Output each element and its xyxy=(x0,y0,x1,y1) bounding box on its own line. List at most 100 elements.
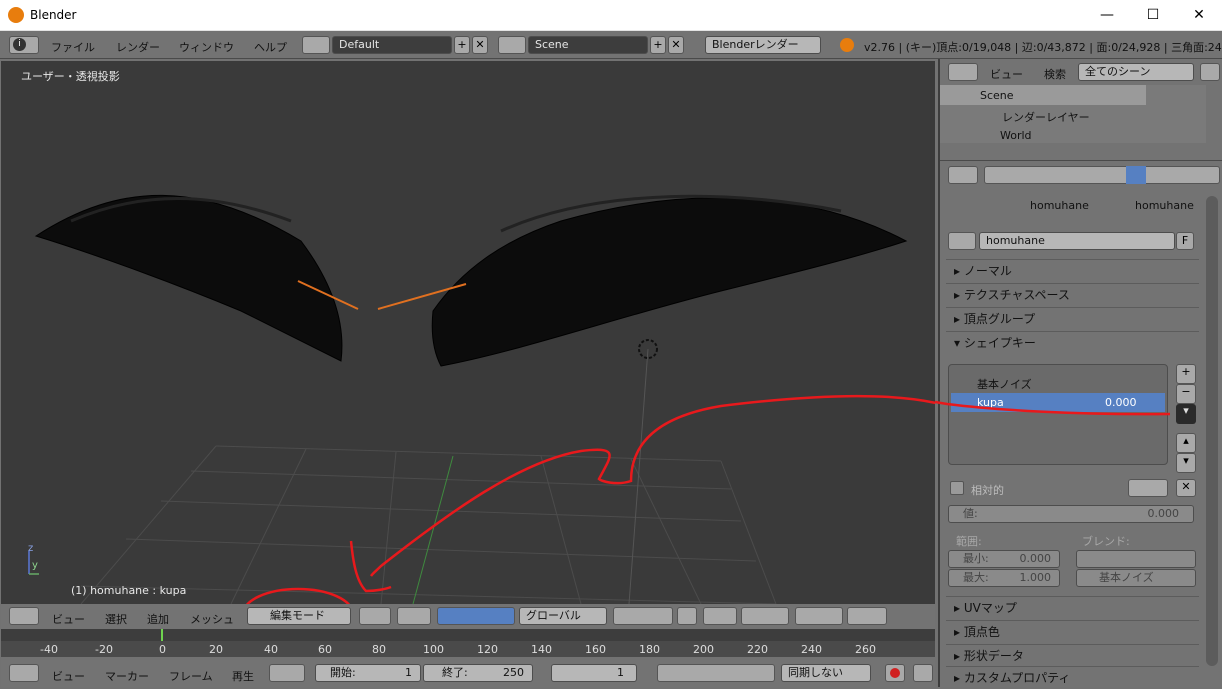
window-titlebar: Blender — ☐ ✕ xyxy=(0,0,1222,31)
panel-uv-maps[interactable]: ▸ UVマップ xyxy=(946,596,1199,618)
tick-label: 140 xyxy=(531,643,552,656)
snap-buttons[interactable] xyxy=(741,607,789,625)
transform-orientation-select[interactable]: グローバル xyxy=(519,607,607,625)
editor-type-properties-button[interactable] xyxy=(948,166,978,184)
current-frame-field[interactable]: 1 xyxy=(551,664,637,682)
panel-vertex-colors[interactable]: ▸ 頂点色 xyxy=(946,620,1199,642)
menu-view[interactable]: ビュー xyxy=(990,66,1023,82)
mesh-left-wing xyxy=(34,194,343,362)
tick-label: 220 xyxy=(747,643,768,656)
minimize-button[interactable]: — xyxy=(1084,0,1130,31)
scene-icon-button[interactable] xyxy=(498,36,526,54)
end-frame-field[interactable]: 終了: 250 xyxy=(423,664,533,682)
menu-view[interactable]: ビュー xyxy=(52,611,85,627)
pivot-select[interactable] xyxy=(397,607,431,625)
manipulator-buttons[interactable] xyxy=(437,607,515,625)
pin-shape-buttons[interactable] xyxy=(1128,479,1168,497)
menu-help[interactable]: ヘルプ xyxy=(254,39,287,55)
properties-context-tabs[interactable] xyxy=(984,166,1220,184)
outliner-header: ビュー 検索 全てのシーン xyxy=(940,59,1222,85)
min-label: 最小: xyxy=(963,552,989,565)
editor-type-3d-button[interactable] xyxy=(9,607,39,625)
shading-select[interactable] xyxy=(359,607,391,625)
playback-controls[interactable] xyxy=(657,664,775,682)
editor-type-timeline-button[interactable] xyxy=(9,664,39,682)
remove-shape-key-button[interactable]: − xyxy=(1176,384,1196,404)
outliner-item-renderlayer[interactable]: レンダーレイヤー xyxy=(1002,109,1090,125)
mesh-browse-button[interactable] xyxy=(948,232,976,250)
start-value: 1 xyxy=(405,666,412,679)
tick-label: 80 xyxy=(372,643,386,656)
slider-min-field[interactable]: 最小: 0.000 xyxy=(948,550,1060,568)
panel-normals[interactable]: ▸ ノーマル xyxy=(946,259,1199,281)
menu-search[interactable]: 検索 xyxy=(1044,66,1066,82)
viewport-scene xyxy=(28,194,935,604)
render-preview-buttons[interactable] xyxy=(847,607,887,625)
breadcrumb-mesh: homuhane xyxy=(1135,199,1194,212)
move-down-button[interactable]: ▾ xyxy=(1176,453,1196,473)
blender-logo-icon xyxy=(840,38,854,52)
add-scene-button[interactable]: + xyxy=(650,36,666,54)
menu-playback[interactable]: 再生 xyxy=(232,668,254,684)
snap-target-buttons[interactable] xyxy=(795,607,843,625)
scene-name-field[interactable]: Scene xyxy=(528,36,648,54)
tick-label: 240 xyxy=(801,643,822,656)
search-icon[interactable] xyxy=(1200,63,1220,81)
menu-add[interactable]: 追加 xyxy=(147,611,169,627)
delete-scene-button[interactable]: ✕ xyxy=(668,36,684,54)
panel-geometry-data[interactable]: ▸ 形状データ xyxy=(946,644,1199,666)
panel-custom-properties[interactable]: ▸ カスタムプロパティ xyxy=(946,666,1199,687)
relative-key-field[interactable]: 基本ノイズ xyxy=(1076,569,1196,587)
clear-shape-button[interactable]: ✕ xyxy=(1176,479,1196,497)
axis-y-label: y xyxy=(32,560,38,571)
fake-user-button[interactable]: F xyxy=(1176,232,1194,250)
window-title: Blender xyxy=(30,8,77,22)
max-label: 最大: xyxy=(963,571,989,584)
delete-layout-button[interactable]: ✕ xyxy=(472,36,488,54)
outliner-display-select[interactable]: 全てのシーン xyxy=(1078,63,1194,81)
3d-viewport[interactable]: ユーザー・透視投影 z y (1) homuhane: kupa xyxy=(1,61,935,604)
record-button[interactable] xyxy=(885,664,905,682)
select-mode-buttons[interactable] xyxy=(613,607,673,625)
properties-scrollbar[interactable] xyxy=(1206,196,1218,666)
editor-type-info-button[interactable]: i xyxy=(9,36,39,54)
mesh-name-field[interactable]: homuhane xyxy=(979,232,1175,250)
min-value: 0.000 xyxy=(1019,552,1052,565)
panel-vertex-groups[interactable]: ▸ 頂点グループ xyxy=(946,307,1199,329)
render-engine-select[interactable]: Blenderレンダー xyxy=(705,36,821,54)
menu-window[interactable]: ウィンドウ xyxy=(179,39,234,55)
outliner-item-world[interactable]: World xyxy=(1000,129,1032,142)
menu-frame[interactable]: フレーム xyxy=(169,668,213,684)
maximize-button[interactable]: ☐ xyxy=(1130,0,1176,31)
close-button[interactable]: ✕ xyxy=(1176,0,1222,31)
shape-value-field[interactable]: 値: 0.000 xyxy=(948,505,1194,523)
slider-max-field[interactable]: 最大: 1.000 xyxy=(948,569,1060,587)
menu-select[interactable]: 選択 xyxy=(105,611,127,627)
panel-texture-space[interactable]: ▸ テクスチャスペース xyxy=(946,283,1199,305)
occlude-geometry-button[interactable] xyxy=(677,607,697,625)
timeline-range-bar xyxy=(1,629,935,641)
menu-mesh[interactable]: メッシュ xyxy=(190,611,234,627)
menu-render[interactable]: レンダー xyxy=(116,39,160,55)
start-frame-field[interactable]: 開始: 1 xyxy=(315,664,421,682)
editor-type-outliner-button[interactable] xyxy=(948,63,978,81)
mode-select[interactable]: 編集モード xyxy=(247,607,351,625)
preview-range-buttons[interactable] xyxy=(269,664,305,682)
keying-set-button[interactable] xyxy=(913,664,933,682)
add-shape-key-button[interactable]: + xyxy=(1176,364,1196,384)
timeline-ruler[interactable] xyxy=(1,629,935,657)
mesh-data-tab[interactable] xyxy=(1126,166,1146,184)
move-up-button[interactable]: ▴ xyxy=(1176,433,1196,453)
menu-file[interactable]: ファイル xyxy=(51,39,95,55)
menu-view[interactable]: ビュー xyxy=(52,668,85,684)
outliner-row-scene[interactable]: Scene xyxy=(940,85,1146,105)
layout-name-field[interactable]: Default xyxy=(332,36,452,54)
sync-mode-select[interactable]: 同期しない xyxy=(781,664,871,682)
proportional-edit-select[interactable] xyxy=(703,607,737,625)
add-layout-button[interactable]: + xyxy=(454,36,470,54)
layout-icon-button[interactable] xyxy=(302,36,330,54)
menu-marker[interactable]: マーカー xyxy=(105,668,149,684)
vertex-group-field[interactable] xyxy=(1076,550,1196,568)
shape-key-specials-button[interactable]: ▾ xyxy=(1176,404,1196,424)
relative-checkbox[interactable] xyxy=(950,481,964,495)
